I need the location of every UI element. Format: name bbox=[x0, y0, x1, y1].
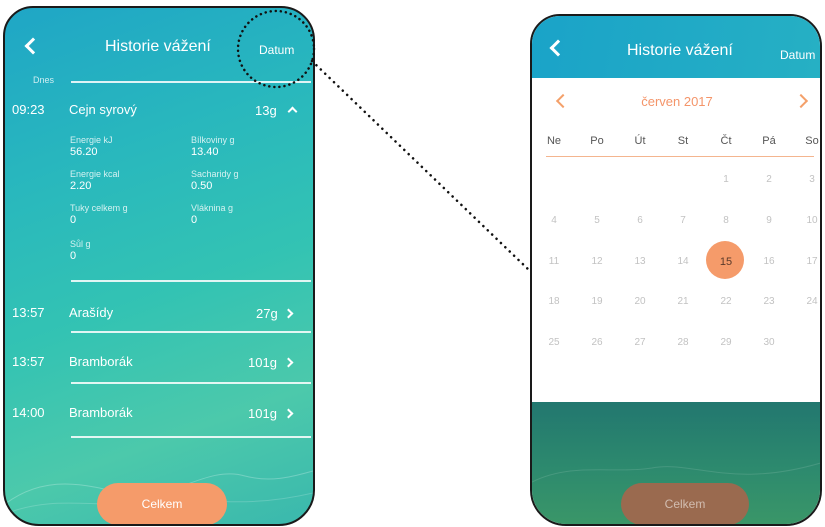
back-icon[interactable] bbox=[24, 37, 42, 55]
calendar-day[interactable]: 7 bbox=[668, 215, 698, 226]
nutrient-value: 0.50 bbox=[191, 180, 213, 192]
chevron-right-icon[interactable] bbox=[793, 93, 809, 109]
calendar-day[interactable]: 22 bbox=[711, 296, 741, 307]
back-icon[interactable] bbox=[549, 39, 567, 57]
nutrient-label: Energie kcal bbox=[70, 169, 120, 179]
calendar-day[interactable]: 21 bbox=[668, 296, 698, 307]
date-button[interactable]: Datum bbox=[259, 43, 294, 57]
calendar-day[interactable]: 18 bbox=[539, 296, 569, 307]
entry-amount: 101g bbox=[248, 406, 277, 421]
section-label-today: Dnes bbox=[33, 75, 55, 85]
calendar-day[interactable]: 20 bbox=[625, 296, 655, 307]
chevron-up-icon[interactable] bbox=[287, 106, 298, 117]
header: Historie vážení Datum bbox=[532, 16, 820, 78]
calendar-day[interactable]: 6 bbox=[625, 215, 655, 226]
entry-amount: 101g bbox=[248, 355, 277, 370]
nutrient-value: 56.20 bbox=[70, 146, 98, 158]
calendar-day[interactable]: 26 bbox=[582, 337, 612, 348]
calendar-day[interactable]: 10 bbox=[797, 215, 820, 226]
calendar-day[interactable]: 30 bbox=[754, 337, 784, 348]
calendar-day[interactable]: 16 bbox=[754, 256, 784, 267]
entry-name: Bramborák bbox=[69, 354, 133, 369]
calendar-day[interactable]: 27 bbox=[625, 337, 655, 348]
nutrient-label: Tuky celkem g bbox=[70, 203, 128, 213]
calendar-day[interactable]: 8 bbox=[711, 215, 741, 226]
calendar-day[interactable]: 17 bbox=[797, 256, 820, 267]
phone-calendar-screen: Historie vážení Datum červen 2017 Ne Po Út… bbox=[530, 14, 822, 526]
divider bbox=[71, 81, 311, 83]
entry-time: 09:23 bbox=[12, 102, 45, 117]
nutrient-value: 0 bbox=[191, 214, 198, 226]
total-button[interactable]: Celkem bbox=[97, 483, 227, 524]
entry-name: Bramborák bbox=[69, 405, 133, 420]
nutrient-label: Energie kJ bbox=[70, 135, 113, 145]
entry-name: Arašídy bbox=[69, 305, 114, 320]
entry-amount: 13g bbox=[255, 103, 277, 118]
divider bbox=[71, 331, 311, 333]
nutrient-label: Sacharidy g bbox=[191, 169, 239, 179]
page-title: Historie vážení bbox=[105, 38, 211, 55]
nutrient-value: 0 bbox=[70, 250, 77, 262]
calendar-day[interactable]: 13 bbox=[625, 256, 655, 267]
nutrient-label: Vláknina g bbox=[191, 203, 234, 213]
weekday-label: Út bbox=[634, 135, 646, 147]
calendar-day[interactable]: 12 bbox=[582, 256, 612, 267]
chevron-left-icon[interactable] bbox=[555, 93, 571, 109]
calendar-day[interactable]: 14 bbox=[668, 256, 698, 267]
calendar-day[interactable]: 11 bbox=[539, 256, 569, 267]
page-title: Historie vážení bbox=[627, 42, 733, 59]
chevron-right-icon[interactable] bbox=[283, 357, 294, 368]
calendar-day-selected[interactable]: 15 bbox=[711, 256, 741, 268]
calendar-day[interactable]: 3 bbox=[797, 174, 820, 185]
chevron-right-icon[interactable] bbox=[283, 308, 294, 319]
weekday-label: So bbox=[805, 135, 819, 147]
weekday-divider bbox=[546, 156, 814, 157]
total-button[interactable]: Celkem bbox=[621, 483, 749, 524]
calendar-day[interactable]: 1 bbox=[711, 174, 741, 185]
phone-history-screen: Historie vážení Datum Dnes 09:23 Cejn sy… bbox=[3, 6, 315, 526]
entry-time: 13:57 bbox=[12, 305, 45, 320]
nutrient-value: 0 bbox=[70, 214, 77, 226]
calendar-day[interactable]: 29 bbox=[711, 337, 741, 348]
weekday-label: St bbox=[677, 135, 689, 147]
weekday-label: Čt bbox=[720, 135, 732, 147]
entry-name: Cejn syrový bbox=[69, 102, 137, 117]
calendar-month-label: červen 2017 bbox=[641, 94, 713, 109]
weekday-label: Ne bbox=[546, 135, 562, 147]
header: Historie vážení Datum bbox=[5, 8, 313, 76]
nutrient-value: 13.40 bbox=[191, 146, 219, 158]
entry-amount: 27g bbox=[256, 306, 278, 321]
chevron-right-icon[interactable] bbox=[283, 408, 294, 419]
nutrient-label: Sůl g bbox=[70, 239, 91, 249]
weekday-label: Pá bbox=[762, 135, 776, 147]
calendar-day[interactable]: 25 bbox=[539, 337, 569, 348]
calendar-day[interactable]: 5 bbox=[582, 215, 612, 226]
calendar-day[interactable]: 23 bbox=[754, 296, 784, 307]
calendar-day[interactable]: 9 bbox=[754, 215, 784, 226]
weekday-label: Po bbox=[590, 135, 604, 147]
entry-time: 13:57 bbox=[12, 354, 45, 369]
calendar-day[interactable]: 2 bbox=[754, 174, 784, 185]
calendar-day[interactable]: 4 bbox=[539, 215, 569, 226]
date-button[interactable]: Datum bbox=[780, 48, 815, 62]
nutrient-value: 2.20 bbox=[70, 180, 92, 192]
calendar-day[interactable]: 24 bbox=[797, 296, 820, 307]
nutrient-label: Bílkoviny g bbox=[191, 135, 235, 145]
divider bbox=[71, 382, 311, 384]
calendar-day[interactable]: 28 bbox=[668, 337, 698, 348]
divider bbox=[71, 280, 311, 282]
calendar-day[interactable]: 19 bbox=[582, 296, 612, 307]
entry-time: 14:00 bbox=[12, 405, 45, 420]
